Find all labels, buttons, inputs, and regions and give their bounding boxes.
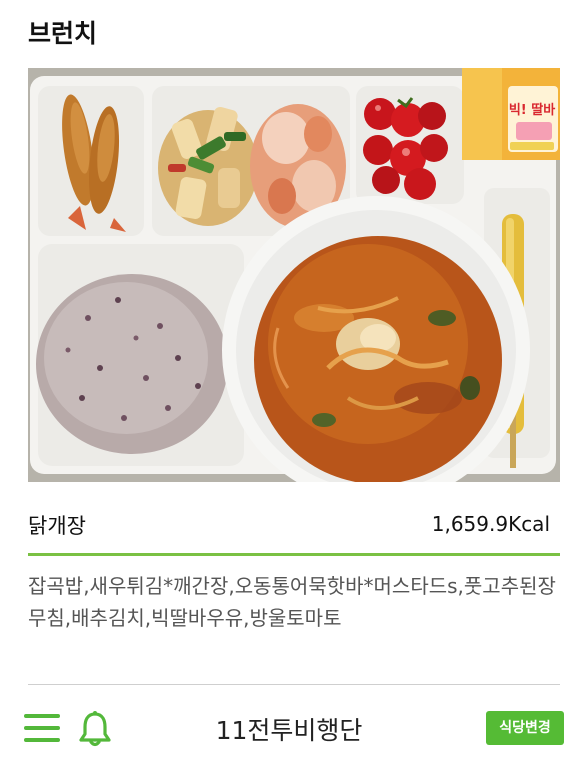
meal-photo: 빅! 딸바 bbox=[28, 68, 560, 482]
milk-carton-illustration: 빅! 딸바 bbox=[462, 68, 560, 160]
main-dish-name: 닭개장 bbox=[28, 514, 86, 538]
rice-illustration bbox=[36, 274, 228, 454]
bottom-bar: 11전투비행단 식당변경 bbox=[0, 700, 578, 760]
calorie-total: 1,659.9Kcal bbox=[431, 512, 550, 536]
divider-accent bbox=[28, 553, 560, 556]
divider bbox=[28, 684, 560, 685]
svg-text:빅! 딸바: 빅! 딸바 bbox=[509, 102, 555, 118]
change-cafeteria-button[interactable]: 식당변경 bbox=[486, 711, 564, 745]
page-title: 브런치 bbox=[28, 19, 98, 48]
cherry-tomatoes-illustration bbox=[363, 97, 448, 200]
meal-summary-row: 닭개장 1,659.9Kcal bbox=[28, 508, 550, 544]
menu-item-list: 잡곡밥,새우튀김*깨간장,오동통어묵핫바*머스타드s,풋고추된장무침,배추김치,… bbox=[28, 574, 556, 630]
